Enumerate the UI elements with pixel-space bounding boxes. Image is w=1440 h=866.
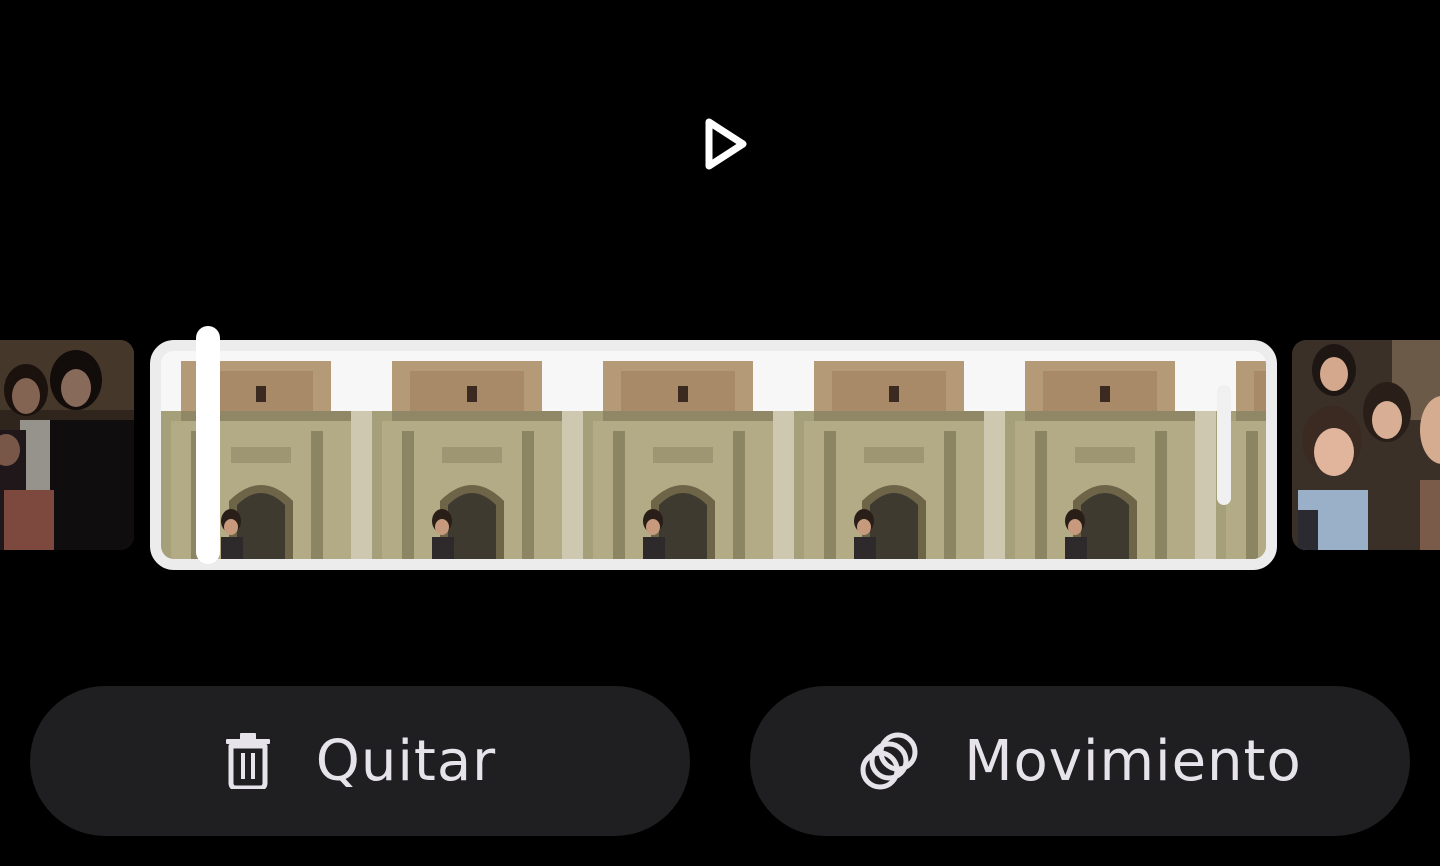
motion-circles-icon bbox=[858, 730, 920, 792]
play-icon bbox=[705, 118, 747, 170]
motion-button[interactable]: Movimiento bbox=[750, 686, 1410, 836]
motion-button-label: Movimiento bbox=[964, 728, 1302, 794]
remove-button[interactable]: Quitar bbox=[30, 686, 690, 836]
selfie-photo-image bbox=[1292, 340, 1440, 550]
current-clip[interactable] bbox=[150, 340, 1277, 570]
trim-end-handle[interactable] bbox=[1217, 385, 1231, 505]
group-photo-image bbox=[0, 340, 134, 550]
gate-building-frames bbox=[161, 351, 1266, 559]
remove-button-label: Quitar bbox=[315, 728, 497, 794]
trim-start-handle[interactable] bbox=[196, 326, 220, 564]
play-button[interactable] bbox=[690, 108, 760, 180]
trash-icon bbox=[224, 733, 272, 789]
previous-clip-thumbnail[interactable] bbox=[0, 340, 134, 550]
next-clip-thumbnail[interactable] bbox=[1292, 340, 1440, 550]
clip-timeline bbox=[0, 320, 1440, 570]
